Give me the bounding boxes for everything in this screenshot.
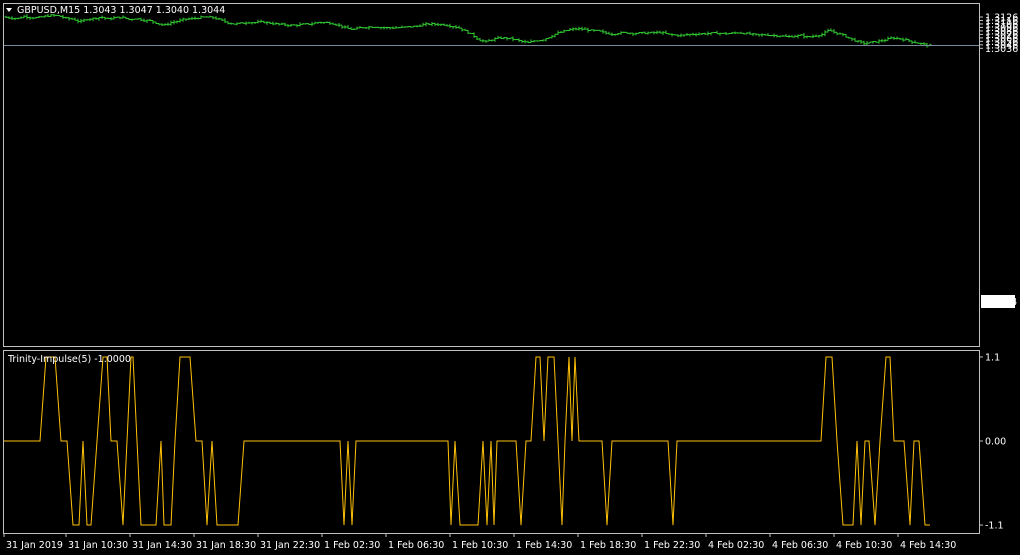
time-tick-label: 4 Feb 02:30 <box>708 540 764 551</box>
ohlc-bar <box>202 16 206 18</box>
indicator-tick-label: -1.1 <box>985 521 1004 532</box>
time-tick-label: 31 Jan 10:30 <box>68 540 128 551</box>
indicator-tick-label: 0.00 <box>985 437 1006 448</box>
indicator-title: Trinity-Impulse(5) -1.0000 <box>7 354 131 365</box>
indicator-tick-label: 1.1 <box>985 352 1000 363</box>
current-price-label: 1.3044 <box>984 297 1017 308</box>
time-tick-label: 31 Jan 18:30 <box>196 540 256 551</box>
main-chart-title: GBPUSD,M15 1.3043 1.3047 1.3040 1.3044 <box>17 5 225 16</box>
time-tick-label: 4 Feb 06:30 <box>772 540 828 551</box>
ohlc-bar <box>565 29 569 32</box>
time-tick-label: 4 Feb 14:30 <box>900 540 956 551</box>
time-tick-label: 31 Jan 2019 <box>6 540 63 551</box>
time-tick-label: 1 Feb 14:30 <box>516 540 572 551</box>
time-tick-label: 1 Feb 10:30 <box>452 540 508 551</box>
time-tick-label: 1 Feb 02:30 <box>324 540 380 551</box>
ohlc-bar <box>595 29 599 31</box>
time-tick-label: 1 Feb 22:30 <box>644 540 700 551</box>
trading-chart[interactable]: 1.31261.31161.31061.30961.30861.30761.30… <box>0 0 1020 555</box>
time-tick-label: 1 Feb 18:30 <box>580 540 636 551</box>
ohlc-bar <box>712 31 716 34</box>
time-tick-label: 31 Jan 14:30 <box>132 540 192 551</box>
price-axis: 1.31261.31161.31061.30961.30861.30761.30… <box>979 13 1018 55</box>
time-tick-label: 1 Feb 06:30 <box>388 540 444 551</box>
time-tick-label: 4 Feb 10:30 <box>836 540 892 551</box>
price-tick-label: 1.3036 <box>985 44 1018 55</box>
time-tick-label: 31 Jan 22:30 <box>260 540 320 551</box>
